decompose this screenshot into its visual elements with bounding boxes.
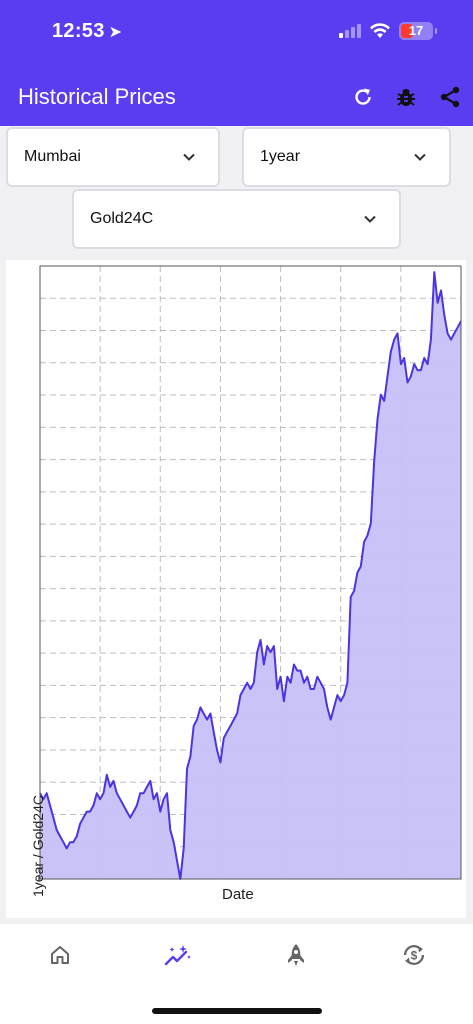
chevron-down-icon xyxy=(414,153,426,161)
y-axis-label: 1year / Gold24C xyxy=(30,795,46,897)
nav-trends[interactable] xyxy=(148,940,208,970)
share-icon[interactable] xyxy=(437,84,463,110)
nav-currency[interactable]: $ xyxy=(384,940,444,970)
metal-value: Gold24C xyxy=(90,210,154,227)
rocket-icon xyxy=(288,944,304,966)
metal-dropdown[interactable]: Gold24C xyxy=(72,189,401,249)
currency-exchange-icon: $ xyxy=(403,945,425,965)
chevron-down-icon xyxy=(183,153,195,161)
nav-home[interactable] xyxy=(30,940,90,970)
city-dropdown[interactable]: Mumbai xyxy=(6,127,220,187)
home-indicator xyxy=(152,1008,322,1014)
cellular-signal-icon xyxy=(339,24,361,38)
battery-level: 17 xyxy=(408,23,424,38)
app-header: 12:53 ➤ 17 Historical Prices xyxy=(0,0,473,126)
chart-canvas xyxy=(39,265,462,880)
status-time: 12:53 ➤ xyxy=(52,20,122,43)
city-value: Mumbai xyxy=(24,148,81,165)
trend-sparkle-icon xyxy=(164,945,191,966)
wifi-icon xyxy=(370,23,390,38)
period-dropdown[interactable]: 1year xyxy=(242,127,451,187)
x-axis-label: Date xyxy=(222,886,254,903)
refresh-icon[interactable] xyxy=(350,84,376,110)
home-icon xyxy=(51,946,69,964)
period-value: 1year xyxy=(260,148,301,165)
chevron-down-icon xyxy=(364,215,376,223)
location-arrow-icon: ➤ xyxy=(108,24,123,41)
bug-icon[interactable] xyxy=(393,84,419,110)
battery-icon: 17 xyxy=(399,22,437,40)
time-text: 12:53 xyxy=(52,20,105,42)
price-chart: 1year / Gold24C Date xyxy=(6,260,466,918)
status-indicators: 17 xyxy=(339,22,437,40)
nav-rocket[interactable] xyxy=(266,940,326,970)
svg-text:$: $ xyxy=(411,949,418,963)
page-title: Historical Prices xyxy=(18,84,176,109)
